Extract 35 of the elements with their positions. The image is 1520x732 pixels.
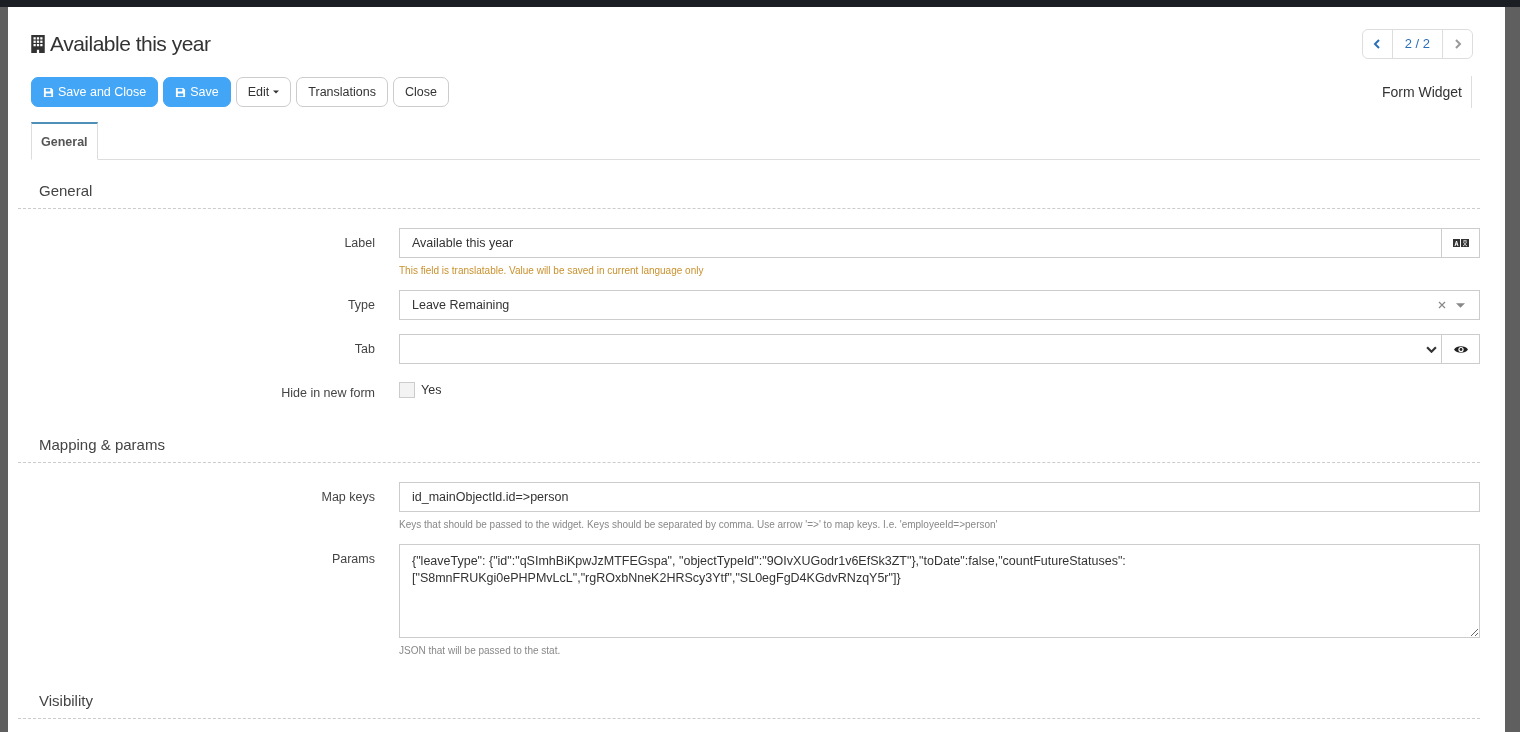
help-text: JSON that will be passed to the stat. [399,645,562,656]
eye-icon [1453,344,1468,354]
translate-button[interactable] [1442,228,1480,258]
building-icon [31,35,45,53]
section-heading: Visibility [18,670,1480,719]
toolbar-button[interactable]: Translations [296,77,388,107]
translate-icon [1452,239,1469,247]
field-label: Label [343,235,375,252]
chevron-right-icon [1453,39,1462,49]
chevron-down-icon [1426,345,1437,353]
toolbar-button[interactable]: Close [392,77,449,107]
text-input[interactable]: id_mainObjectId.id=>person [399,482,1480,512]
checkbox-label: Yes [421,383,442,397]
field-label: Params [330,551,375,568]
section-heading: General [18,160,1480,209]
tab[interactable]: General [31,122,98,160]
field-label: Tab [353,341,375,358]
preview-button[interactable] [1442,334,1480,364]
clear-icon[interactable] [1438,301,1446,309]
caret-icon [1456,302,1465,308]
field-label: Hide in new form [280,385,375,400]
caret-icon [273,90,280,94]
help-text: Keys that should be passed to the widget. Keys should be separated by comma. Use arrow '=>' to map keys. I.e. 'employeeId=>person' [399,519,999,530]
help-text: This field is translatable. Value will be saved in current language only [399,265,705,276]
field-label: Type [346,297,375,314]
dialog-title: Available this year [50,32,211,56]
chevron-left-icon [1373,39,1382,49]
label-input[interactable]: Available this year [399,228,1442,258]
type-select[interactable]: Leave Remaining [399,290,1480,320]
section-heading: Mapping & params [18,414,1480,463]
edit-dropdown-button[interactable]: Edit [235,77,292,107]
context-label: Form Widget [1381,76,1472,108]
field-label: Map keys [320,489,375,506]
checkbox[interactable] [399,382,415,398]
params-textarea[interactable]: {"leaveType": {"id":"qSImhBiKpwJzMTFEGspa", "objectTypeId":"9OIvXUGodr1v6EfSk3ZT"},"toDate":false,"countFutureStatuses": ["S8mnFRUKgi0ePHPMvLcL","rgROxbNneK2HRScy3Ytf","SL0egFgD4KGdvRNzqY5r"]} [399,544,1480,638]
